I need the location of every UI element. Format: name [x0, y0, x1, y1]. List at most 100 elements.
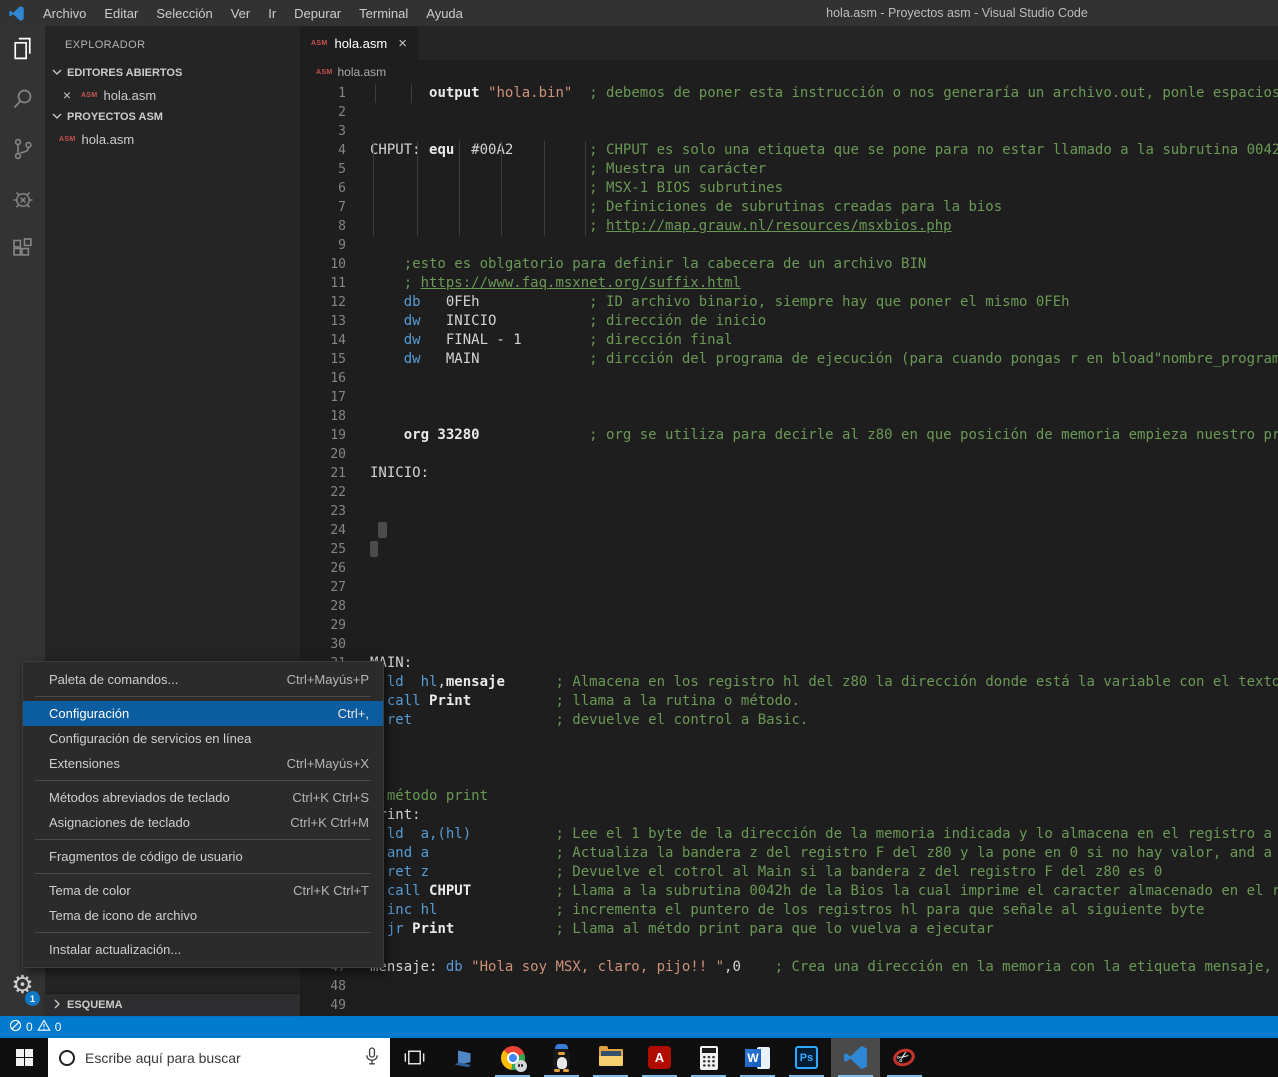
- menubar-item[interactable]: Archivo: [34, 0, 95, 26]
- code-line[interactable]: 44 inc hl ; incrementa el puntero de los…: [300, 901, 1278, 920]
- menu-item[interactable]: Paleta de comandos... Ctrl+Mayús+P: [23, 667, 383, 692]
- code-line[interactable]: 15 dw MAIN ; dircción del programa de ej…: [300, 350, 1278, 369]
- code-line[interactable]: 31MAIN:: [300, 654, 1278, 673]
- code-line[interactable]: 37: [300, 768, 1278, 787]
- code-line[interactable]: 20: [300, 445, 1278, 464]
- code-line[interactable]: 32 ld hl,mensaje ; Almacena en los regis…: [300, 673, 1278, 692]
- outline-section-header[interactable]: ESQUEMA: [45, 994, 300, 1016]
- taskbar-acrobat-icon[interactable]: A: [635, 1038, 684, 1077]
- line-content: [346, 616, 370, 635]
- menubar-item[interactable]: Terminal: [350, 0, 417, 26]
- code-line[interactable]: 5 ; Muestra un carácter: [300, 160, 1278, 179]
- code-line[interactable]: 35: [300, 730, 1278, 749]
- open-editor-item[interactable]: × ASM hola.asm: [45, 84, 300, 106]
- taskbar-remote-desktop-icon[interactable]: [439, 1038, 488, 1077]
- menubar-item[interactable]: Ayuda: [417, 0, 472, 26]
- problems-indicator[interactable]: 0 0: [9, 1019, 69, 1035]
- taskbar-file-explorer-icon[interactable]: [586, 1038, 635, 1077]
- taskbar-word-icon[interactable]: W: [733, 1038, 782, 1077]
- code-line[interactable]: 21 INICIO:: [300, 464, 1278, 483]
- taskbar-penguin-app-icon[interactable]: [537, 1038, 586, 1077]
- taskbar-chrome-icon[interactable]: [488, 1038, 537, 1077]
- activitybar-extensions[interactable]: [0, 226, 45, 276]
- code-line[interactable]: 14 dw FINAL - 1 ; dirección final: [300, 331, 1278, 350]
- menubar-item[interactable]: Selección: [147, 0, 221, 26]
- open-editors-section-header[interactable]: EDITORES ABIERTOS: [45, 62, 300, 84]
- code-line[interactable]: 18: [300, 407, 1278, 426]
- tab-hola-asm[interactable]: ASM hola.asm ×: [300, 26, 418, 60]
- code-line[interactable]: 3: [300, 122, 1278, 141]
- code-line[interactable]: 13 dw INICIO ; dirección de inicio: [300, 312, 1278, 331]
- code-line[interactable]: 28: [300, 597, 1278, 616]
- code-line[interactable]: 26: [300, 559, 1278, 578]
- menubar-item[interactable]: Depurar: [285, 0, 350, 26]
- menubar-item[interactable]: Editar: [95, 0, 147, 26]
- menu-item[interactable]: Tema de icono de archivo: [23, 903, 383, 928]
- code-line[interactable]: 8 ; http://map.grauw.nl/resources/msxbio…: [300, 217, 1278, 236]
- code-line[interactable]: 40 ld a,(hl) ; Lee el 1 byte de la direc…: [300, 825, 1278, 844]
- menu-item[interactable]: Tema de color Ctrl+K Ctrl+T: [23, 878, 383, 903]
- activitybar-explorer[interactable]: [0, 26, 45, 76]
- code-line[interactable]: 12 db 0FEh ; ID archivo binario, siempre…: [300, 293, 1278, 312]
- menu-item[interactable]: Extensiones Ctrl+Mayús+X: [23, 751, 383, 776]
- code-line[interactable]: 42 ret z ; Devuelve el cotrol al Main si…: [300, 863, 1278, 882]
- code-line[interactable]: 30: [300, 635, 1278, 654]
- code-line[interactable]: 10 ;esto es oblgatorio para definir la c…: [300, 255, 1278, 274]
- code-line[interactable]: 33 call Print ; llama a la rutina o méto…: [300, 692, 1278, 711]
- code-line[interactable]: 38; método print: [300, 787, 1278, 806]
- code-line[interactable]: 17: [300, 388, 1278, 407]
- close-icon[interactable]: ×: [394, 35, 407, 52]
- breadcrumb[interactable]: ASM hola.asm: [300, 60, 1278, 84]
- menu-item[interactable]: Configuración Ctrl+,: [23, 701, 383, 726]
- code-line[interactable]: 41 and a ; Actualiza la bandera z del re…: [300, 844, 1278, 863]
- taskbar-calculator-icon[interactable]: [684, 1038, 733, 1077]
- manage-button[interactable]: ⚙ 1: [0, 962, 45, 1008]
- menubar-item[interactable]: Ir: [259, 0, 285, 26]
- code-line[interactable]: 1 output "hola.bin" ; debemos de poner e…: [300, 84, 1278, 103]
- activitybar-search[interactable]: [0, 76, 45, 126]
- code-line[interactable]: 23: [300, 502, 1278, 521]
- code-line[interactable]: 22: [300, 483, 1278, 502]
- code-line[interactable]: 6 ; MSX-1 BIOS subrutines: [300, 179, 1278, 198]
- code-line[interactable]: 34 ret ; devuelve el control a Basic.: [300, 711, 1278, 730]
- menu-item[interactable]: Configuración de servicios en línea: [23, 726, 383, 751]
- start-button[interactable]: [0, 1038, 48, 1077]
- code-line[interactable]: 46: [300, 939, 1278, 958]
- code-line[interactable]: 29: [300, 616, 1278, 635]
- code-line[interactable]: 49: [300, 996, 1278, 1015]
- taskbar-search[interactable]: Escribe aquí para buscar: [48, 1038, 390, 1077]
- code-line[interactable]: 27: [300, 578, 1278, 597]
- project-section-header[interactable]: PROYECTOS ASM: [45, 106, 300, 128]
- code-line[interactable]: 11 ; https://www.faq.msxnet.org/suffix.h…: [300, 274, 1278, 293]
- code-line[interactable]: 47mensaje: db "Hola soy MSX, claro, pijo…: [300, 958, 1278, 977]
- code-line[interactable]: 7 ; Definiciones de subrutinas creadas p…: [300, 198, 1278, 217]
- code-line[interactable]: 16: [300, 369, 1278, 388]
- taskbar-photoshop-icon[interactable]: Ps: [782, 1038, 831, 1077]
- activitybar-source-control[interactable]: [0, 126, 45, 176]
- taskbar-task-view-icon[interactable]: [390, 1038, 439, 1077]
- code-line[interactable]: 48: [300, 977, 1278, 996]
- code-line[interactable]: 36: [300, 749, 1278, 768]
- code-line[interactable]: 2: [300, 103, 1278, 122]
- menubar-item[interactable]: Ver: [222, 0, 260, 26]
- code-line[interactable]: 43 call CHPUT ; Llama a la subrutina 004…: [300, 882, 1278, 901]
- code-line[interactable]: 19 org 33280 ; org se utiliza para decir…: [300, 426, 1278, 445]
- code-line[interactable]: 24: [300, 521, 1278, 540]
- code-line[interactable]: 39Print:: [300, 806, 1278, 825]
- close-icon[interactable]: ×: [59, 87, 75, 103]
- code-line[interactable]: 4 CHPUT: equ #00A2 ; CHPUT es solo una et…: [300, 141, 1278, 160]
- menu-item[interactable]: Métodos abreviados de teclado Ctrl+K Ctrl…: [23, 785, 383, 810]
- line-content: and a ; Actualiza la bandera z del regis…: [386, 845, 1278, 861]
- microphone-icon[interactable]: [365, 1046, 379, 1069]
- activitybar-debug[interactable]: [0, 176, 45, 226]
- taskbar-snipping-tool-icon[interactable]: ✂: [880, 1038, 929, 1077]
- taskbar-vscode-icon[interactable]: [831, 1038, 880, 1077]
- menu-item[interactable]: Asignaciones de teclado Ctrl+K Ctrl+M: [23, 810, 383, 835]
- code-line[interactable]: 45 jr Print ; Llama al métdo print para …: [300, 920, 1278, 939]
- code-line[interactable]: 25: [300, 540, 1278, 559]
- menu-item[interactable]: Fragmentos de código de usuario: [23, 844, 383, 869]
- project-file-item[interactable]: ASM hola.asm: [45, 128, 300, 150]
- code-area[interactable]: 1 output "hola.bin" ; debemos de poner e…: [300, 84, 1278, 1016]
- menu-item[interactable]: Instalar actualización...: [23, 937, 383, 962]
- code-line[interactable]: 9: [300, 236, 1278, 255]
